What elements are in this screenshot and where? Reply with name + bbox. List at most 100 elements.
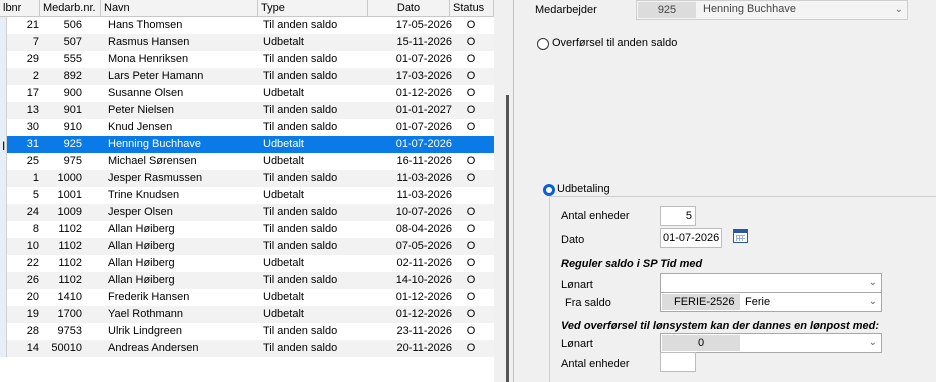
transfer-radio-label[interactable]: Overførsel til anden saldo (552, 37, 677, 49)
table-row[interactable]: 31 925 Henning Buchhave Udbetalt 01-07-2026 (0, 136, 494, 153)
table-row[interactable]: 25 975 Michael Sørensen Udbetalt 16-11-2026 O (0, 153, 494, 170)
wage-type-select[interactable]: ⌄ (660, 273, 882, 293)
row-selector (0, 289, 7, 306)
row-selector (0, 102, 7, 119)
row-selector (0, 323, 7, 340)
table-row[interactable]: 17 900 Susanne Olsen Udbetalt 01-12-2026 O (0, 85, 494, 102)
cell-name: Frederik Hansen (108, 291, 190, 303)
cell-name: Allan Høiberg (108, 274, 175, 286)
column-header-employee-number[interactable]: Medarb.nr. (40, 0, 101, 17)
from-balance-select[interactable]: FERIE-2526 Ferie ⌄ (660, 292, 882, 312)
cell-date: 01-12-2026 (395, 87, 452, 99)
cell-lbnr: 13 (26, 104, 39, 116)
cell-name: Yael Rothmann (108, 308, 184, 320)
cell-name: Rasmus Hansen (108, 36, 190, 48)
table-row[interactable]: 2 892 Lars Peter Hamann Til anden saldo 17-0… (0, 68, 494, 85)
cell-status (455, 136, 487, 153)
cell-type: Udbetalt (263, 155, 304, 167)
table-row[interactable]: 13 901 Peter Nielsen Til anden saldo 01-01-2… (0, 102, 494, 119)
transfer-radio[interactable] (537, 38, 549, 50)
row-selector (0, 119, 7, 136)
date-label: Dato (561, 234, 585, 246)
cell-type: Udbetalt (263, 257, 304, 269)
row-selector (0, 153, 7, 170)
cell-employee-number: 1102 (58, 257, 82, 269)
calendar-icon[interactable] (733, 229, 748, 243)
table-row[interactable]: 7 507 Rasmus Hansen Udbetalt 15-11-2026 O (0, 34, 494, 51)
payout-radio[interactable] (543, 184, 555, 196)
cell-lbnr: 1 (32, 172, 39, 184)
cell-type: Udbetalt (263, 189, 304, 201)
cell-name: Allan Høiberg (108, 240, 175, 252)
cell-date: 16-11-2026 (396, 155, 452, 167)
table-row[interactable]: 26 1102 Allan Høiberg Til anden saldo 14-10-… (0, 272, 494, 289)
cell-type: Til anden saldo (263, 104, 338, 116)
table-row[interactable]: 29 555 Mona Henriksen Til anden saldo 01-07-… (0, 51, 494, 68)
cell-date: 01-07-2026 (395, 53, 452, 65)
cell-type: Til anden saldo (263, 70, 338, 82)
column-header-date[interactable]: Dato (368, 0, 450, 17)
column-header-name[interactable]: Navn (101, 0, 258, 17)
row-selector (0, 306, 7, 323)
cell-status: O (466, 104, 476, 116)
cell-type: Til anden saldo (263, 342, 338, 354)
cell-status: O (466, 223, 476, 235)
cell-status: O (466, 240, 476, 252)
wage-type2-value: 0 (662, 335, 740, 351)
table-row[interactable]: 10 1102 Allan Høiberg Til anden saldo 07-05-… (0, 238, 494, 255)
cell-employee-number: 1001 (57, 189, 82, 201)
table-row[interactable]: 24 1009 Jesper Olsen Til anden saldo 10-07-2… (0, 204, 494, 221)
column-header-lbnr[interactable]: lbnr (0, 0, 40, 17)
cell-name: Hans Thomsen (108, 19, 183, 31)
cell-employee-number: 975 (63, 155, 82, 167)
cell-status: O (466, 155, 476, 167)
table-row[interactable]: 22 1102 Allan Høiberg Udbetalt 02-11-2026 O (0, 255, 494, 272)
table-row[interactable]: 30 910 Knud Jensen Til anden saldo 01-07-202… (0, 119, 494, 136)
units2-input[interactable] (660, 352, 696, 372)
column-header-status[interactable]: Status (450, 0, 494, 17)
cell-lbnr: 21 (26, 19, 39, 31)
table-row[interactable]: 8 1102 Allan Høiberg Til anden saldo 08-04-2… (0, 221, 494, 238)
cell-date: 02-11-2026 (396, 257, 452, 269)
wage-type2-select[interactable]: 0 ⌄ (660, 333, 882, 353)
cell-type: Til anden saldo (263, 206, 338, 218)
panel-divider (513, 0, 514, 382)
cell-status: O (466, 87, 476, 99)
adjust-heading: Reguler saldo i SP Tid med (561, 258, 703, 270)
cell-date: 01-07-2026 (395, 121, 452, 133)
payout-radio-label[interactable]: Udbetaling (557, 183, 610, 195)
cell-status (455, 187, 487, 204)
date-input[interactable]: 01-07-2026 (660, 228, 722, 248)
vertical-scrollbar[interactable] (506, 95, 509, 382)
cell-date: 20-11-2026 (396, 342, 452, 354)
cell-status: O (466, 325, 476, 337)
cell-employee-number: 555 (63, 53, 82, 65)
cell-employee-number: 1009 (57, 206, 82, 218)
cell-name: Peter Nielsen (108, 104, 175, 116)
table-row[interactable]: 14 50010 Andreas Andersen Til anden saldo 20… (0, 340, 494, 357)
cell-name: Trine Knudsen (108, 189, 180, 201)
table-row[interactable]: 5 1001 Trine Knudsen Udbetalt 11-03-2026 (0, 187, 494, 204)
cell-date: 01-01-2027 (395, 104, 452, 116)
cell-type: Udbetalt (263, 308, 304, 320)
cell-date: 01-12-2026 (395, 308, 452, 320)
cell-lbnr: 26 (26, 274, 39, 286)
cell-name: Allan Høiberg (108, 257, 175, 269)
table-row[interactable]: 19 1700 Yael Rothmann Udbetalt 01-12-2026 O (0, 306, 494, 323)
column-header-type[interactable]: Type (258, 0, 368, 17)
cell-lbnr: 24 (26, 206, 39, 218)
table-row[interactable]: 21 506 Hans Thomsen Til anden saldo 17-05-20… (0, 17, 494, 34)
cell-date: 17-05-2026 (395, 19, 452, 31)
row-selector (0, 255, 7, 272)
cell-status: O (466, 308, 476, 320)
employee-label: Medarbejder (535, 4, 597, 16)
cell-type: Til anden saldo (263, 274, 338, 286)
units-input[interactable]: 5 (660, 206, 696, 226)
wage-type2-label: Lønart (561, 338, 593, 350)
table-row[interactable]: 28 9753 Ulrik Lindgreen Til anden saldo 23-1… (0, 323, 494, 340)
cell-employee-number: 506 (63, 19, 82, 31)
table-row[interactable]: 20 1410 Frederik Hansen Udbetalt 01-12-2026 O (0, 289, 494, 306)
table-row[interactable]: 1 1000 Jesper Rasmussen Til anden saldo 11-0… (0, 170, 494, 187)
employee-select[interactable]: 925 Henning Buchhave ⌄ (636, 0, 908, 20)
cell-type: Til anden saldo (263, 121, 338, 133)
